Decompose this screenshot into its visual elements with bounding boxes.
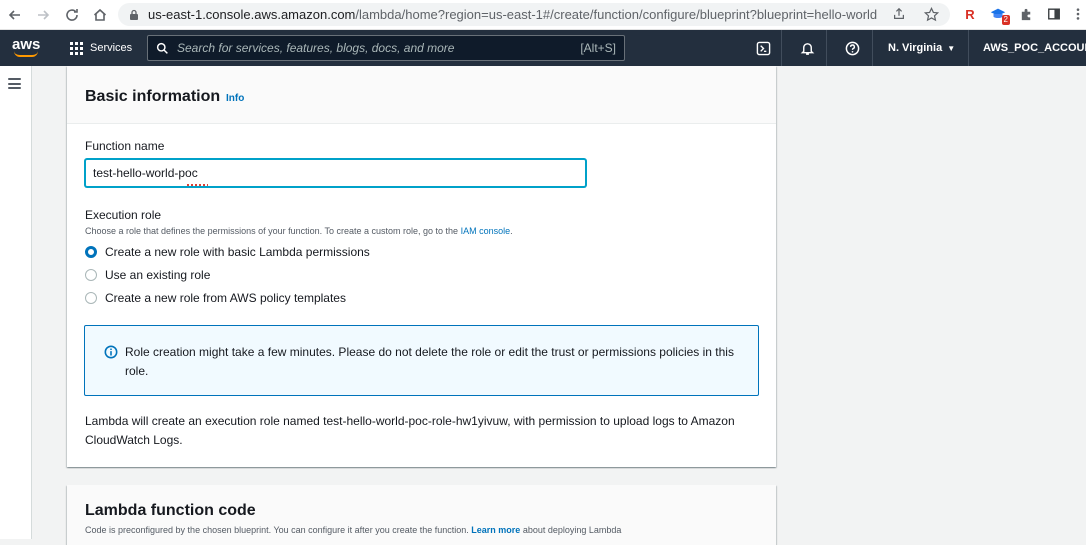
info-link[interactable]: Info bbox=[226, 93, 244, 104]
hamburger-menu-icon[interactable] bbox=[8, 78, 21, 89]
more-menu-icon[interactable] bbox=[1068, 4, 1086, 24]
alert-text: Role creation might take a few minutes. … bbox=[125, 345, 734, 378]
aws-smile-icon bbox=[14, 51, 38, 57]
panel-title: Basic information bbox=[85, 88, 221, 105]
back-arrow-icon bbox=[8, 10, 20, 20]
iam-console-link[interactable]: IAM console bbox=[461, 226, 511, 236]
function-name-input[interactable] bbox=[85, 159, 586, 187]
caret-down-icon: ▼ bbox=[947, 43, 956, 53]
back-button[interactable] bbox=[2, 2, 28, 28]
function-name-label: Function name bbox=[85, 139, 165, 153]
extension-badge: 2 bbox=[1001, 15, 1010, 25]
extensions-puzzle-icon[interactable] bbox=[1016, 4, 1036, 24]
role-option-label: Use an existing role bbox=[105, 268, 211, 282]
url-host: us-east-1.console.aws.amazon.com bbox=[148, 7, 356, 22]
extension-r-letter: R bbox=[965, 6, 975, 22]
reload-icon bbox=[66, 9, 78, 21]
home-icon bbox=[93, 8, 107, 21]
radio-button[interactable] bbox=[85, 269, 97, 281]
search-icon bbox=[156, 42, 168, 54]
notifications-bell-icon[interactable] bbox=[798, 39, 816, 57]
cloudshell-icon[interactable] bbox=[754, 39, 772, 57]
url-path: /lambda/home?region=us-east-1#/create/fu… bbox=[355, 7, 878, 22]
search-shortcut: [Alt+S] bbox=[580, 41, 616, 55]
address-bar[interactable]: us-east-1.console.aws.amazon.com/lambda/… bbox=[118, 3, 950, 26]
help-icon[interactable] bbox=[843, 39, 861, 57]
search-box[interactable]: [Alt+S] bbox=[147, 35, 625, 61]
share-icon[interactable] bbox=[890, 5, 908, 23]
bookmark-star-icon[interactable] bbox=[922, 5, 940, 23]
execution-role-note: Lambda will create an execution role nam… bbox=[85, 414, 735, 447]
url-text: us-east-1.console.aws.amazon.com/lambda/… bbox=[148, 7, 877, 22]
search-input[interactable] bbox=[177, 41, 567, 55]
role-option-label: Create a new role with basic Lambda perm… bbox=[105, 245, 370, 259]
execution-role-label: Execution role bbox=[85, 208, 162, 222]
account-label: AWS_POC_ACCOUNT bbox=[983, 42, 1086, 54]
radio-button-checked[interactable] bbox=[85, 246, 97, 258]
side-navigation-rail bbox=[0, 66, 32, 539]
function-code-desc-tail: about deploying Lambda bbox=[522, 525, 622, 535]
aws-logo[interactable]: aws bbox=[12, 36, 42, 60]
learn-more-link[interactable]: Learn more bbox=[471, 525, 520, 535]
info-circle-icon bbox=[104, 345, 118, 359]
role-option-policy-templates[interactable]: Create a new role from AWS policy templa… bbox=[85, 291, 346, 305]
role-option-create-basic[interactable]: Create a new role with basic Lambda perm… bbox=[85, 245, 370, 259]
lambda-function-code-panel: Lambda function code Code is preconfigur… bbox=[67, 485, 776, 545]
services-menu-button[interactable]: Services bbox=[70, 30, 132, 66]
services-label: Services bbox=[90, 42, 133, 54]
basic-information-panel: Basic information Info Function name Exe… bbox=[67, 66, 776, 467]
function-code-desc-text: Code is preconfigured by the chosen blue… bbox=[85, 525, 469, 535]
lock-icon bbox=[130, 9, 138, 20]
side-panel-icon[interactable] bbox=[1044, 4, 1064, 24]
extension-grad-cap-icon[interactable]: 2 bbox=[988, 4, 1010, 25]
home-button[interactable] bbox=[87, 2, 113, 28]
account-menu[interactable]: AWS_POC_ACCOUNT bbox=[983, 30, 1086, 66]
region-label: N. Virginia bbox=[888, 42, 943, 54]
spellcheck-underline bbox=[186, 184, 208, 187]
panel-header: Basic information Info bbox=[67, 66, 776, 124]
role-option-existing[interactable]: Use an existing role bbox=[85, 268, 210, 282]
execution-role-description: Choose a role that defines the permissio… bbox=[85, 226, 513, 236]
browser-toolbar: us-east-1.console.aws.amazon.com/lambda/… bbox=[0, 0, 1086, 30]
services-grid-icon bbox=[70, 41, 83, 55]
aws-top-nav: aws Services [Alt+S] N. Virginia ▼ AWS_P… bbox=[0, 30, 1086, 66]
function-code-description: Code is preconfigured by the chosen blue… bbox=[85, 525, 621, 535]
extension-r-icon[interactable]: R bbox=[960, 4, 980, 24]
reload-button[interactable] bbox=[59, 2, 85, 28]
desc-period: . bbox=[510, 226, 513, 236]
panel-title: Lambda function code bbox=[85, 502, 256, 519]
execution-role-desc-text: Choose a role that defines the permissio… bbox=[85, 226, 459, 236]
region-selector[interactable]: N. Virginia ▼ bbox=[888, 30, 955, 66]
role-option-label: Create a new role from AWS policy templa… bbox=[105, 291, 346, 305]
radio-button[interactable] bbox=[85, 292, 97, 304]
forward-arrow-icon bbox=[38, 10, 50, 20]
role-creation-info-alert: Role creation might take a few minutes. … bbox=[84, 325, 759, 396]
forward-button[interactable] bbox=[30, 2, 56, 28]
